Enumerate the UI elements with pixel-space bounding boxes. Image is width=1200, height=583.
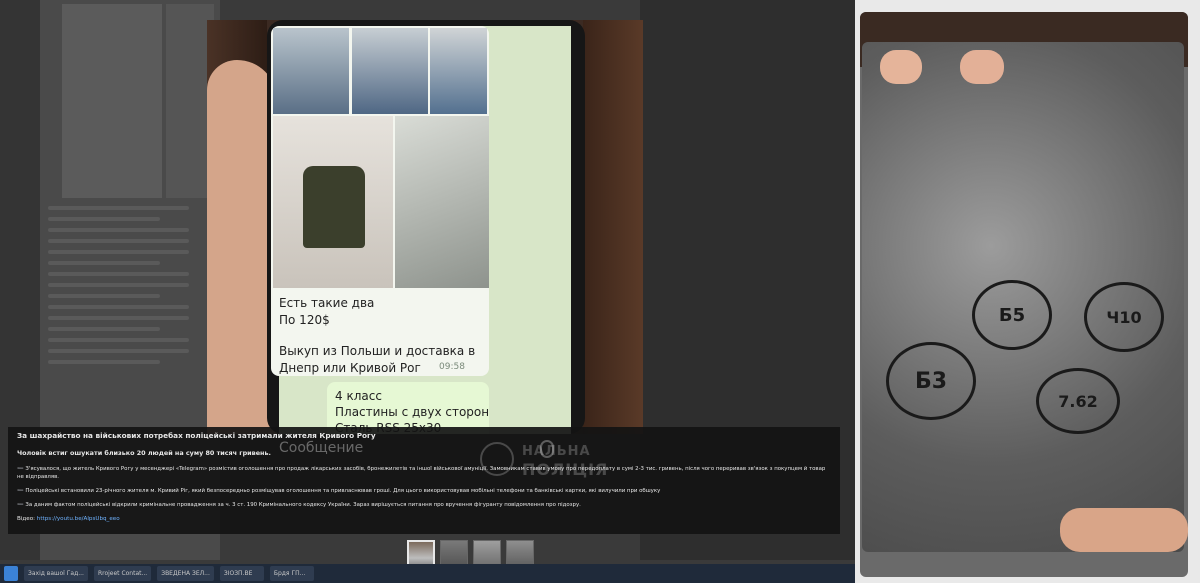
message-line: 4 класс (335, 389, 382, 403)
video-link[interactable]: https://youtu.be/AlpsUbq_eeo (37, 516, 120, 522)
armor-plate: Б5 Ч10 Б3 7.62 (862, 42, 1184, 552)
viewer: Есть такие два По 120$ Выкуп из Польши и… (0, 0, 1200, 583)
plate-mark: 7.62 (1036, 368, 1120, 434)
plate-photo (395, 116, 489, 288)
finger (960, 50, 1004, 84)
watermark-line2: ПОЛІЦІЯ (522, 460, 609, 479)
taskbar: Захід вашої Гад... Rrojeet Contat... ЗВЕ… (0, 564, 855, 583)
taskbar-item[interactable]: Захід вашої Гад... (24, 566, 88, 581)
plate-mark: Ч10 (1084, 282, 1164, 352)
vest-photo-1 (273, 28, 349, 114)
caption-paragraph: ➖ Поліцейські встановили 23-річного жите… (17, 488, 661, 494)
hand (1060, 508, 1188, 552)
message-time: 09:58 (439, 362, 465, 372)
vest-icon (303, 166, 365, 248)
message-line: Есть такие два (279, 296, 375, 310)
taskbar-item[interactable]: Брдя ГП... (269, 566, 314, 581)
police-badge-icon (480, 442, 514, 476)
caption-video: Відео: https://youtu.be/AlpsUbq_eeo (17, 515, 831, 523)
taskbar-item[interactable]: Rrojeet Contat... (93, 566, 152, 581)
vest-photo-3 (430, 28, 487, 114)
taskbar-item[interactable]: ЗІОЗП.ВЕ (219, 566, 264, 581)
caption-paragraph: ➖ За даним фактом поліцейські відкрили к… (17, 502, 581, 508)
wood-background-right (583, 20, 643, 434)
caption-paragraph: ➖ З'ясувалося, що житель Кривого Рогу у … (17, 466, 826, 480)
message-line: Пластины с двух сторон (335, 405, 490, 419)
background-post-text (48, 206, 208, 371)
watermark-line1: НАЛЬНА (522, 444, 591, 459)
taskbar-item[interactable]: ЗВЕДЕНА ЗЕЛ... (157, 566, 214, 581)
vest-photo-2 (352, 28, 428, 114)
main-photo[interactable]: Есть такие два По 120$ Выкуп из Польши и… (207, 20, 643, 434)
background-post-image (62, 4, 162, 198)
message-line: По 120$ (279, 313, 330, 327)
plate-mark: Б5 (972, 280, 1052, 350)
video-label: Відео: (17, 516, 36, 522)
plate-mark: Б3 (886, 342, 976, 420)
side-photo[interactable]: Б5 Ч10 Б3 7.62 (860, 12, 1188, 577)
start-icon[interactable] (4, 566, 18, 581)
message-line: Выкуп из Польши и доставка в (279, 344, 476, 358)
police-watermark: НАЛЬНА ПОЛІЦІЯ (480, 442, 630, 482)
finger (880, 50, 922, 84)
